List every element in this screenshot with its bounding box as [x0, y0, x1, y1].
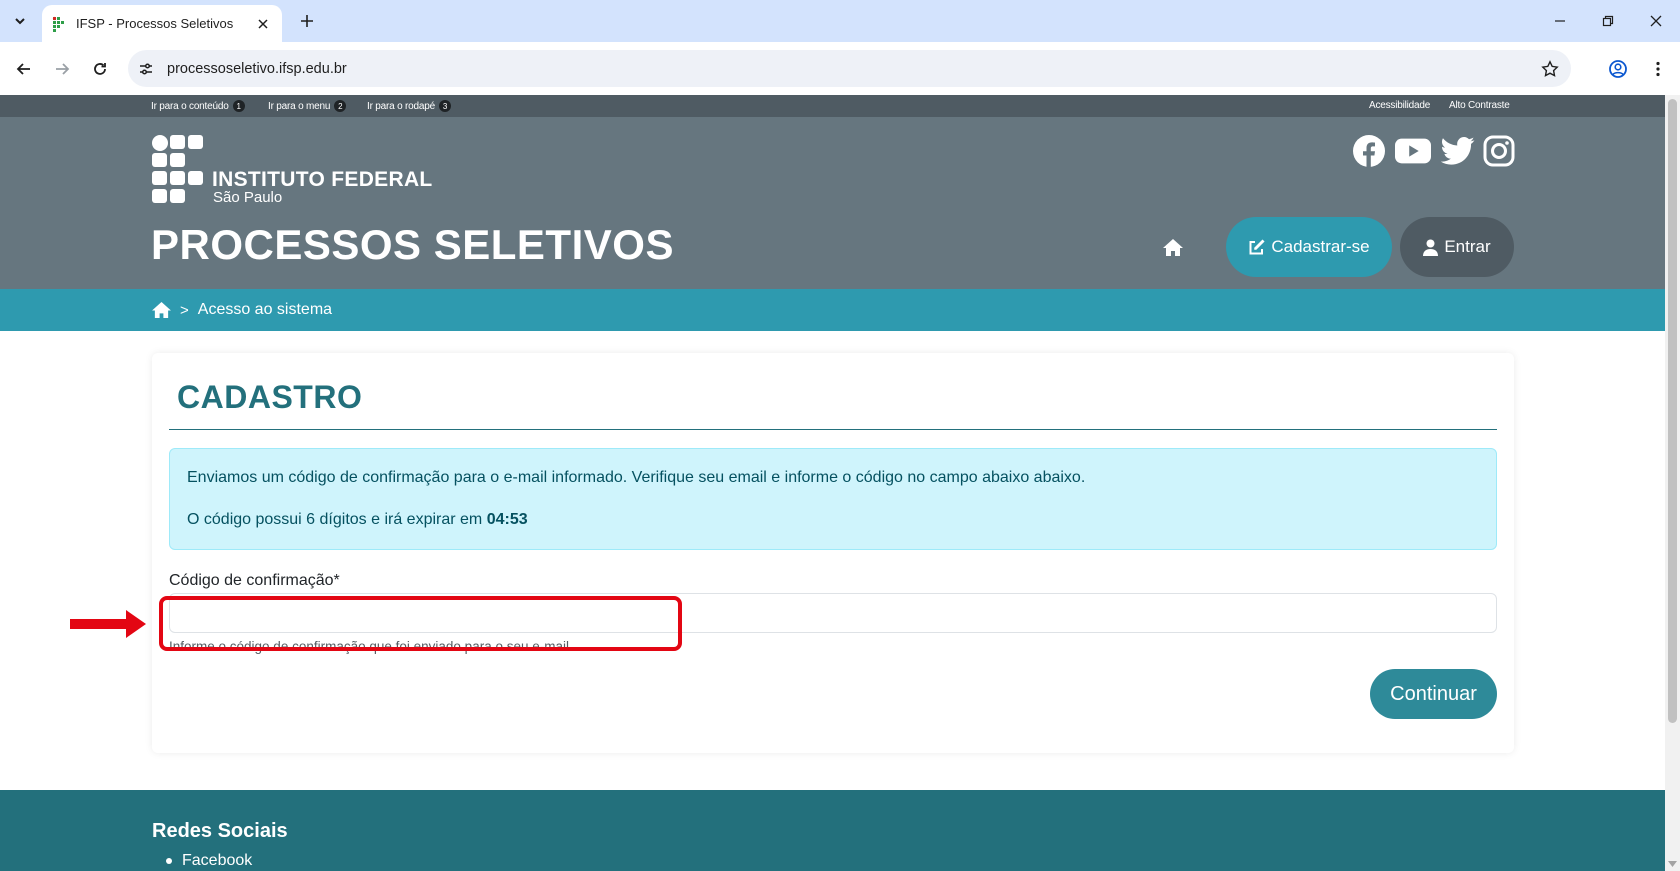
- plus-icon: [301, 15, 313, 27]
- minimize-icon: [1555, 20, 1565, 22]
- skip-to-menu-link[interactable]: Ir para o menu 2: [268, 100, 347, 112]
- ifsp-favicon-icon: [52, 16, 64, 32]
- arrow-left-icon: [16, 63, 30, 75]
- forward-button[interactable]: [48, 55, 76, 83]
- site-info-button[interactable]: [131, 54, 161, 84]
- breadcrumb-current: Acesso ao sistema: [197, 301, 333, 318]
- login-button-label: Entrar: [1444, 237, 1491, 256]
- home-nav-link[interactable]: [1160, 235, 1186, 259]
- twitter-link[interactable]: [1440, 133, 1476, 169]
- close-icon: [258, 18, 268, 29]
- register-card: CADASTRO Enviamos um código de confirmaç…: [152, 353, 1514, 753]
- site-header: INSTITUTO FEDERAL São Paulo PROCESSOS SE…: [0, 117, 1665, 289]
- breadcrumb: > Acesso ao sistema: [0, 289, 1665, 331]
- restore-icon: [1602, 15, 1614, 27]
- more-vertical-icon: [1656, 61, 1660, 77]
- browser-toolbar: processoseletivo.ifsp.edu.br: [0, 42, 1680, 95]
- skip-links-bar: Ir para o conteúdo 1 Ir para o menu 2 Ir…: [0, 95, 1665, 117]
- skip-link-number: 1: [232, 100, 245, 112]
- home-icon: [1163, 238, 1183, 256]
- minimize-button[interactable]: [1546, 8, 1574, 34]
- edit-icon: [1249, 238, 1265, 254]
- home-icon: [151, 301, 171, 319]
- browser-menu-button[interactable]: [1644, 55, 1672, 83]
- annotation-arrow-icon: [70, 610, 146, 638]
- title-divider: [169, 429, 1497, 430]
- reload-icon: [94, 63, 106, 75]
- alert-expiry-text: O código possui 6 dígitos e irá expirar …: [187, 511, 483, 528]
- alert-expiry-message: O código possui 6 dígitos e irá expirar …: [187, 511, 528, 529]
- url-text: processoseletivo.ifsp.edu.br: [167, 60, 347, 77]
- site-title: PROCESSOS SELETIVOS: [151, 221, 674, 268]
- page-title: CADASTRO: [177, 379, 363, 415]
- skip-link-label: Ir para o menu: [268, 100, 331, 112]
- account-circle-icon: [1609, 60, 1627, 78]
- site-footer: Redes Sociais Facebook: [0, 790, 1665, 871]
- continue-button[interactable]: Continuar: [1370, 669, 1497, 719]
- skip-link-label: Ir para o rodapé: [367, 100, 435, 112]
- skip-link-number: 2: [334, 100, 347, 112]
- logo-subtitle: São Paulo: [213, 189, 283, 206]
- bookmark-button[interactable]: [1537, 56, 1563, 82]
- high-contrast-link[interactable]: Alto Contraste: [1449, 100, 1510, 111]
- new-tab-button[interactable]: [296, 10, 318, 32]
- ifsp-logo[interactable]: INSTITUTO FEDERAL São Paulo: [152, 135, 432, 207]
- register-button-label: Cadastrar-se: [1271, 237, 1370, 256]
- annotation-highlight-box: [159, 596, 682, 651]
- accessibility-link[interactable]: Acessibilidade: [1369, 100, 1430, 111]
- browser-tab-active[interactable]: IFSP - Processos Seletivos: [42, 5, 282, 42]
- chevron-down-icon: [15, 18, 25, 25]
- bullet-icon: [166, 858, 172, 864]
- facebook-icon: [1353, 135, 1385, 167]
- confirmation-alert: Enviamos um código de confirmação para o…: [169, 448, 1497, 550]
- breadcrumb-separator: >: [180, 301, 189, 319]
- youtube-icon: [1395, 138, 1431, 164]
- facebook-link[interactable]: [1351, 133, 1387, 169]
- back-button[interactable]: [10, 55, 38, 83]
- web-page: Ir para o conteúdo 1 Ir para o menu 2 Ir…: [0, 95, 1665, 871]
- footer-link-label: Facebook: [182, 852, 253, 869]
- twitter-icon: [1441, 136, 1475, 165]
- scrollbar-thumb[interactable]: [1668, 99, 1677, 723]
- register-button[interactable]: Cadastrar-se: [1226, 217, 1392, 277]
- breadcrumb-home-link[interactable]: [150, 300, 172, 320]
- expiry-timer: 04:53: [486, 511, 528, 528]
- address-bar[interactable]: processoseletivo.ifsp.edu.br: [128, 50, 1571, 87]
- profile-button[interactable]: [1604, 55, 1632, 83]
- skip-link-number: 3: [438, 100, 451, 112]
- footer-facebook-link[interactable]: Facebook: [166, 852, 252, 870]
- alert-message: Enviamos um código de confirmação para o…: [187, 469, 1086, 486]
- close-window-button[interactable]: [1642, 8, 1670, 34]
- user-icon: [1423, 239, 1439, 256]
- skip-to-footer-link[interactable]: Ir para o rodapé 3: [367, 100, 451, 112]
- close-icon: [1650, 15, 1662, 27]
- tab-title: IFSP - Processos Seletivos: [76, 16, 234, 31]
- instagram-link[interactable]: [1481, 133, 1517, 169]
- footer-social-title: Redes Sociais: [152, 820, 288, 842]
- skip-to-content-link[interactable]: Ir para o conteúdo 1: [151, 100, 245, 112]
- arrow-right-icon: [56, 63, 70, 75]
- browser-tab-bar: IFSP - Processos Seletivos: [0, 0, 1680, 42]
- star-icon: [1541, 60, 1559, 77]
- tab-close-button[interactable]: [254, 15, 272, 33]
- page-scrollbar[interactable]: [1665, 95, 1680, 871]
- tune-icon: [140, 62, 152, 75]
- restore-button[interactable]: [1594, 8, 1622, 34]
- instagram-icon: [1483, 135, 1515, 167]
- scroll-down-button[interactable]: [1667, 859, 1678, 869]
- triangle-down-icon: [1668, 861, 1677, 867]
- tab-search-button[interactable]: [8, 9, 32, 33]
- login-button[interactable]: Entrar: [1400, 217, 1514, 277]
- confirmation-code-label: Código de confirmação*: [169, 572, 340, 589]
- youtube-link[interactable]: [1395, 133, 1431, 169]
- reload-button[interactable]: [86, 55, 114, 83]
- skip-link-label: Ir para o conteúdo: [151, 100, 229, 112]
